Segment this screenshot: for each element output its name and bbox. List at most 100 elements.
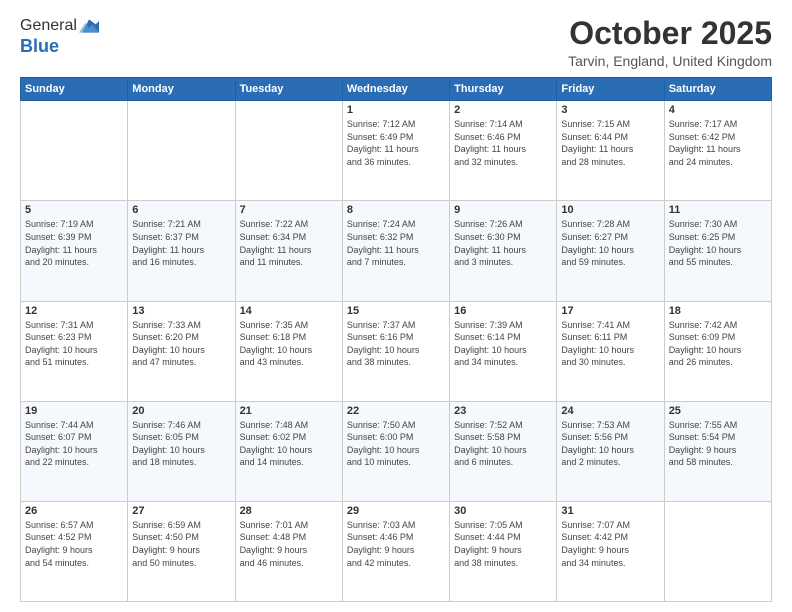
day-number: 9 (454, 204, 552, 216)
table-row: 29 Sunrise: 7:03 AM Sunset: 4:46 PM Dayli… (342, 501, 449, 601)
col-friday: Friday (557, 78, 664, 101)
table-row: 15 Sunrise: 7:37 AM Sunset: 6:16 PM Dayli… (342, 301, 449, 401)
calendar-week-row: 19 Sunrise: 7:44 AM Sunset: 6:07 PM Dayli… (21, 401, 772, 501)
day-number: 29 (347, 505, 445, 517)
table-row: 23 Sunrise: 7:52 AM Sunset: 5:58 PM Dayli… (450, 401, 557, 501)
day-info: Sunrise: 7:05 AM Sunset: 4:44 PM Dayligh… (454, 519, 552, 569)
table-row: 3Sunrise: 7:15 AM Sunset: 6:44 PM Daylig… (557, 101, 664, 201)
table-row: 30 Sunrise: 7:05 AM Sunset: 4:44 PM Dayli… (450, 501, 557, 601)
table-row: 24 Sunrise: 7:53 AM Sunset: 5:56 PM Dayli… (557, 401, 664, 501)
day-number: 10 (561, 204, 659, 216)
table-row: 7Sunrise: 7:22 AM Sunset: 6:34 PM Daylig… (235, 201, 342, 301)
col-wednesday: Wednesday (342, 78, 449, 101)
day-info: Sunrise: 7:14 AM Sunset: 6:46 PM Dayligh… (454, 118, 552, 168)
day-number: 12 (25, 305, 123, 317)
table-row: 16Sunrise: 7:39 AM Sunset: 6:14 PM Dayli… (450, 301, 557, 401)
logo: General Blue (20, 16, 99, 57)
table-row: 11Sunrise: 7:30 AM Sunset: 6:25 PM Dayli… (664, 201, 771, 301)
day-number: 28 (240, 505, 338, 517)
day-info: Sunrise: 7:26 AM Sunset: 6:30 PM Dayligh… (454, 218, 552, 268)
table-row: 20 Sunrise: 7:46 AM Sunset: 6:05 PM Dayli… (128, 401, 235, 501)
col-thursday: Thursday (450, 78, 557, 101)
day-info: Sunrise: 7:42 AM Sunset: 6:09 PM Dayligh… (669, 319, 767, 369)
day-info: Sunrise: 7:31 AM Sunset: 6:23 PM Dayligh… (25, 319, 123, 369)
table-row (235, 101, 342, 201)
day-number: 13 (132, 305, 230, 317)
day-number: 31 (561, 505, 659, 517)
day-number: 4 (669, 104, 767, 116)
table-row: 9 Sunrise: 7:26 AM Sunset: 6:30 PM Daylig… (450, 201, 557, 301)
calendar-table: Sunday Monday Tuesday Wednesday Thursday… (20, 77, 772, 602)
day-number: 1 (347, 104, 445, 116)
day-number: 19 (25, 405, 123, 417)
table-row: 22 Sunrise: 7:50 AM Sunset: 6:00 PM Dayli… (342, 401, 449, 501)
day-info: Sunrise: 7:01 AM Sunset: 4:48 PM Dayligh… (240, 519, 338, 569)
day-number: 23 (454, 405, 552, 417)
table-row: 19 Sunrise: 7:44 AM Sunset: 6:07 PM Dayli… (21, 401, 128, 501)
table-row (128, 101, 235, 201)
day-info: Sunrise: 7:37 AM Sunset: 6:16 PM Dayligh… (347, 319, 445, 369)
day-number: 24 (561, 405, 659, 417)
table-row: 27 Sunrise: 6:59 AM Sunset: 4:50 PM Dayli… (128, 501, 235, 601)
table-row: 31Sunrise: 7:07 AM Sunset: 4:42 PM Dayli… (557, 501, 664, 601)
day-info: Sunrise: 6:59 AM Sunset: 4:50 PM Dayligh… (132, 519, 230, 569)
page-header: General Blue October 2025 Tarvin, Englan… (20, 16, 772, 69)
col-tuesday: Tuesday (235, 78, 342, 101)
day-number: 20 (132, 405, 230, 417)
calendar-header-row: Sunday Monday Tuesday Wednesday Thursday… (21, 78, 772, 101)
day-number: 2 (454, 104, 552, 116)
day-info: Sunrise: 7:52 AM Sunset: 5:58 PM Dayligh… (454, 419, 552, 469)
table-row: 6 Sunrise: 7:21 AM Sunset: 6:37 PM Daylig… (128, 201, 235, 301)
table-row: 17 Sunrise: 7:41 AM Sunset: 6:11 PM Dayli… (557, 301, 664, 401)
table-row: 4Sunrise: 7:17 AM Sunset: 6:42 PM Daylig… (664, 101, 771, 201)
day-info: Sunrise: 7:50 AM Sunset: 6:00 PM Dayligh… (347, 419, 445, 469)
table-row: 25 Sunrise: 7:55 AM Sunset: 5:54 PM Dayli… (664, 401, 771, 501)
day-info: Sunrise: 7:24 AM Sunset: 6:32 PM Dayligh… (347, 218, 445, 268)
day-info: Sunrise: 7:46 AM Sunset: 6:05 PM Dayligh… (132, 419, 230, 469)
day-number: 6 (132, 204, 230, 216)
day-number: 26 (25, 505, 123, 517)
day-info: Sunrise: 7:39 AM Sunset: 6:14 PM Dayligh… (454, 319, 552, 369)
day-info: Sunrise: 6:57 AM Sunset: 4:52 PM Dayligh… (25, 519, 123, 569)
day-number: 15 (347, 305, 445, 317)
day-info: Sunrise: 7:41 AM Sunset: 6:11 PM Dayligh… (561, 319, 659, 369)
day-number: 27 (132, 505, 230, 517)
table-row: 28 Sunrise: 7:01 AM Sunset: 4:48 PM Dayli… (235, 501, 342, 601)
table-row: 12 Sunrise: 7:31 AM Sunset: 6:23 PM Dayli… (21, 301, 128, 401)
col-saturday: Saturday (664, 78, 771, 101)
table-row (21, 101, 128, 201)
day-number: 22 (347, 405, 445, 417)
day-info: Sunrise: 7:03 AM Sunset: 4:46 PM Dayligh… (347, 519, 445, 569)
day-number: 30 (454, 505, 552, 517)
table-row: 5 Sunrise: 7:19 AM Sunset: 6:39 PM Daylig… (21, 201, 128, 301)
day-number: 11 (669, 204, 767, 216)
month-title: October 2025 (568, 16, 772, 51)
day-info: Sunrise: 7:44 AM Sunset: 6:07 PM Dayligh… (25, 419, 123, 469)
table-row: 14 Sunrise: 7:35 AM Sunset: 6:18 PM Dayli… (235, 301, 342, 401)
day-number: 18 (669, 305, 767, 317)
day-info: Sunrise: 7:53 AM Sunset: 5:56 PM Dayligh… (561, 419, 659, 469)
logo-icon (79, 16, 99, 36)
table-row: 1 Sunrise: 7:12 AM Sunset: 6:49 PM Daylig… (342, 101, 449, 201)
day-info: Sunrise: 7:55 AM Sunset: 5:54 PM Dayligh… (669, 419, 767, 469)
table-row: 8Sunrise: 7:24 AM Sunset: 6:32 PM Daylig… (342, 201, 449, 301)
location: Tarvin, England, United Kingdom (568, 53, 772, 69)
day-info: Sunrise: 7:33 AM Sunset: 6:20 PM Dayligh… (132, 319, 230, 369)
title-block: October 2025 Tarvin, England, United Kin… (568, 16, 772, 69)
day-info: Sunrise: 7:15 AM Sunset: 6:44 PM Dayligh… (561, 118, 659, 168)
day-info: Sunrise: 7:21 AM Sunset: 6:37 PM Dayligh… (132, 218, 230, 268)
logo-general: General (20, 17, 77, 35)
day-number: 17 (561, 305, 659, 317)
day-number: 25 (669, 405, 767, 417)
calendar-week-row: 12 Sunrise: 7:31 AM Sunset: 6:23 PM Dayli… (21, 301, 772, 401)
day-info: Sunrise: 7:28 AM Sunset: 6:27 PM Dayligh… (561, 218, 659, 268)
table-row (664, 501, 771, 601)
day-info: Sunrise: 7:35 AM Sunset: 6:18 PM Dayligh… (240, 319, 338, 369)
col-monday: Monday (128, 78, 235, 101)
day-info: Sunrise: 7:12 AM Sunset: 6:49 PM Dayligh… (347, 118, 445, 168)
day-number: 14 (240, 305, 338, 317)
day-number: 5 (25, 204, 123, 216)
day-info: Sunrise: 7:19 AM Sunset: 6:39 PM Dayligh… (25, 218, 123, 268)
day-number: 7 (240, 204, 338, 216)
table-row: 21Sunrise: 7:48 AM Sunset: 6:02 PM Dayli… (235, 401, 342, 501)
